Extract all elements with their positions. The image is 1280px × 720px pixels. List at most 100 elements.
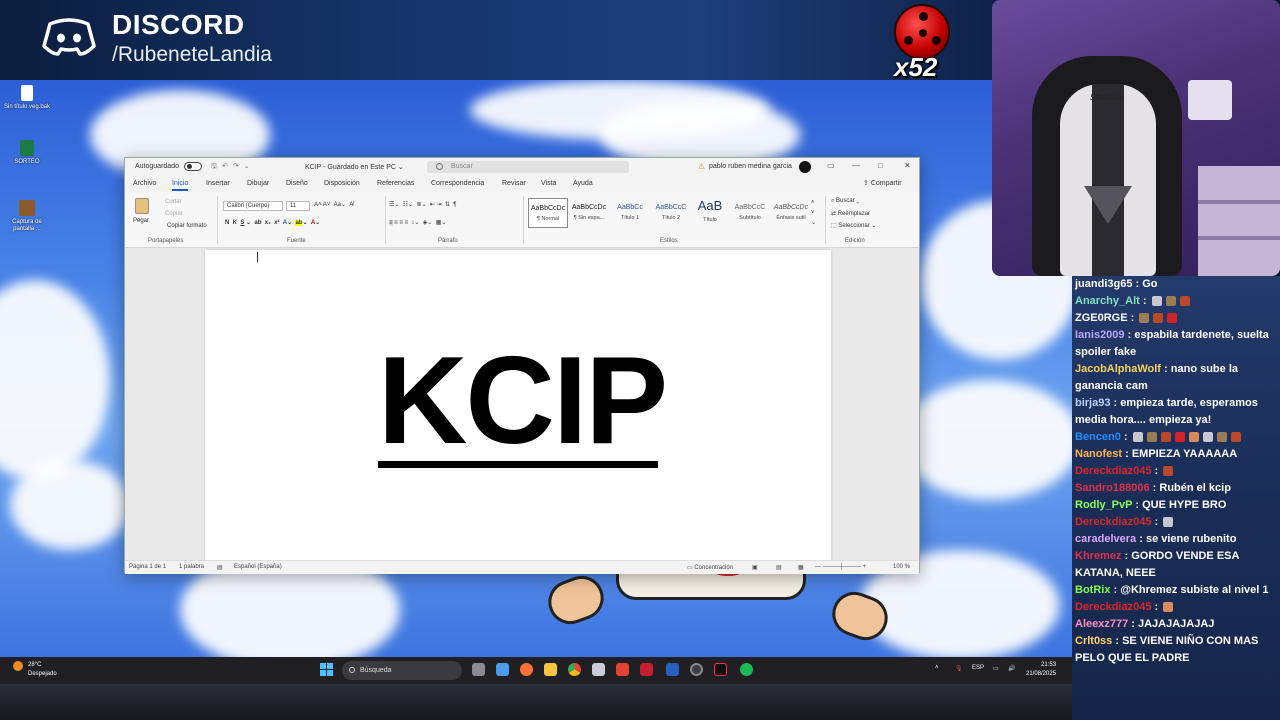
print-layout-icon[interactable]: ▤ (776, 564, 782, 571)
tab-inicio[interactable]: Inicio (172, 180, 189, 191)
font-size-buttons[interactable]: A˄ A˅ Aa⌄ A̸ (314, 201, 353, 208)
chat-username[interactable]: caradelvera (1075, 533, 1136, 545)
document-page[interactable]: KCIP (205, 250, 831, 560)
chat-username[interactable]: juandi3g65 (1075, 278, 1132, 290)
task-view-icon[interactable] (472, 663, 485, 676)
volume-icon[interactable]: 🔊 (1008, 665, 1015, 672)
paste-button[interactable]: Pegar (133, 218, 149, 224)
vegas-icon[interactable] (640, 663, 653, 676)
tab-disposicion[interactable]: Disposición (324, 180, 360, 187)
list-buttons[interactable]: ☰⌄ ☷⌄ ≣⌄ ⇤ ⇥ ⇅ ¶ (389, 201, 457, 208)
chat-username[interactable]: Aleexz777 (1075, 618, 1128, 630)
page-count[interactable]: Página 1 de 1 (129, 564, 166, 570)
chat-username[interactable]: Crlt0ss (1075, 635, 1112, 647)
cut-button[interactable]: Cortar (165, 199, 182, 205)
tab-archivo[interactable]: Archivo (133, 180, 156, 187)
style-subtle-emphasis[interactable]: AaBbCcDc Énfasis sutil (771, 198, 811, 228)
chat-username[interactable]: birja93 (1075, 397, 1110, 409)
clock[interactable]: 21:53 21/08/2025 (1026, 661, 1056, 679)
style-no-spacing[interactable]: AaBbCcDc ¶ Sin espa... (569, 198, 609, 228)
tiktok-icon[interactable] (714, 663, 727, 676)
paste-icon[interactable] (135, 198, 149, 214)
avatar[interactable] (799, 161, 811, 173)
style-heading-1[interactable]: AaBbCc Título 1 (610, 198, 650, 228)
text-format-buttons[interactable]: N K S ⌄ ab x₂ x² A⌄ ab⌄ A⌄ (225, 219, 320, 226)
tab-ayuda[interactable]: Ayuda (573, 180, 593, 187)
obs-icon[interactable] (690, 663, 703, 676)
desktop-icon-sorteo[interactable]: SORTEO (1, 140, 53, 166)
desktop-icon-bak[interactable]: Sin título.veg.bak (1, 85, 53, 111)
document-title[interactable]: KCIP - Guardado en Este PC ⌄ (305, 163, 404, 171)
copy-button[interactable]: Copiar (165, 211, 183, 217)
quick-access-icons[interactable]: 🖫↶↷⌄ (211, 162, 271, 172)
language-indicator[interactable]: ESP (972, 665, 984, 671)
document-text[interactable]: KCIP (377, 336, 668, 466)
tab-dibujar[interactable]: Dibujar (247, 180, 269, 187)
styles-scroll-icon[interactable]: ˄ ˅ ⌄ (811, 198, 816, 228)
desktop-icon-captura[interactable]: Captura de pantalla ... (1, 200, 53, 233)
chat-username[interactable]: Ianis2009 (1075, 329, 1125, 341)
microphone-icon[interactable]: 🎙 (955, 665, 963, 672)
zoom-slider[interactable]: — ────┼──── + (815, 564, 866, 570)
chrome-icon[interactable] (568, 663, 581, 676)
weather-icon[interactable] (13, 661, 23, 671)
tab-correspondencia[interactable]: Correspondencia (431, 180, 484, 187)
align-buttons[interactable]: ≡ ≡ ≡ ≡ ↕⌄ ◈⌄ ▦⌄ (389, 219, 446, 226)
chat-username[interactable]: Nanofest (1075, 448, 1122, 460)
weather-widget[interactable]: 28°C Despejado (28, 661, 57, 679)
snipping-tool-icon[interactable] (592, 663, 605, 676)
chat-username[interactable]: Dereckdiaz045 (1075, 516, 1151, 528)
word-icon[interactable] (666, 663, 679, 676)
chat-username[interactable]: Bencen0 (1075, 431, 1121, 443)
chat-username[interactable]: Dereckdiaz045 (1075, 465, 1151, 477)
chat-username[interactable]: Dereckdiaz045 (1075, 601, 1151, 613)
minimize-icon[interactable]: — (852, 161, 860, 170)
chat-username[interactable]: BotRix (1075, 584, 1110, 596)
tray-chevron-icon[interactable]: ˄ (935, 665, 939, 671)
style-subtitle[interactable]: AaBbCcC Subtítulo (730, 198, 770, 228)
file-explorer-icon[interactable] (544, 663, 557, 676)
language-status[interactable]: Español (España) (234, 564, 282, 570)
word-count[interactable]: 1 palabra (179, 564, 204, 570)
share-button[interactable]: ⇪ Compartir (863, 179, 902, 187)
tab-diseno[interactable]: Diseño (286, 180, 308, 187)
widgets-icon[interactable] (496, 663, 509, 676)
font-size-select[interactable]: 11 (286, 201, 310, 211)
ribbon-display-icon[interactable]: ▭ (827, 161, 835, 170)
font-family-select[interactable]: Calibri (Cuerpo) (223, 201, 283, 211)
format-painter-button[interactable]: Copiar formato (167, 223, 207, 229)
network-icon[interactable]: ▭ (993, 665, 999, 672)
tab-referencias[interactable]: Referencias (377, 180, 414, 187)
windows-start-icon[interactable] (320, 663, 334, 677)
tab-revisar[interactable]: Revisar (502, 180, 526, 187)
select-button[interactable]: ⬚ Seleccionar ⌄ (831, 222, 876, 229)
replace-button[interactable]: ⇄ Reemplazar (831, 210, 870, 217)
spotify-icon[interactable] (740, 663, 753, 676)
style-title[interactable]: AaB Título (690, 198, 730, 228)
style-heading-2[interactable]: AaBbCcC Título 2 (651, 198, 691, 228)
zoom-level[interactable]: 100 % (893, 564, 910, 570)
capcut-icon[interactable] (616, 663, 629, 676)
maximize-icon[interactable]: □ (878, 161, 883, 170)
warning-icon[interactable]: ⚠ (698, 162, 705, 171)
firefox-icon[interactable] (520, 663, 533, 676)
chat-username[interactable]: Rodly_PvP (1075, 499, 1132, 511)
style-normal[interactable]: AaBbCcDc ¶ Normal (528, 198, 568, 228)
tab-vista[interactable]: Vista (541, 180, 556, 187)
tab-insertar[interactable]: Insertar (206, 180, 230, 187)
proofing-icon[interactable]: ▤ (217, 564, 223, 571)
chat-username[interactable]: Sandro188006 (1075, 482, 1150, 494)
taskbar-search[interactable]: Búsqueda (342, 661, 462, 680)
search-input[interactable]: Buscar (427, 161, 629, 173)
autosave-toggle[interactable] (184, 162, 202, 171)
focus-button[interactable]: ▭ Concentración (687, 564, 733, 571)
web-layout-icon[interactable]: ▦ (798, 564, 804, 571)
chat-username[interactable]: JacobAlphaWolf (1075, 363, 1161, 375)
read-mode-icon[interactable]: ▣ (752, 564, 758, 571)
close-icon[interactable]: ✕ (904, 161, 911, 170)
user-name[interactable]: pablo ruben medina garcia (709, 163, 792, 170)
find-button[interactable]: ⌕ Buscar ⌄ (831, 198, 859, 205)
chat-username[interactable]: ZGE0RGE (1075, 312, 1128, 324)
chat-username[interactable]: Khremez (1075, 550, 1121, 562)
chat-username[interactable]: Anarchy_Alt (1075, 295, 1140, 307)
